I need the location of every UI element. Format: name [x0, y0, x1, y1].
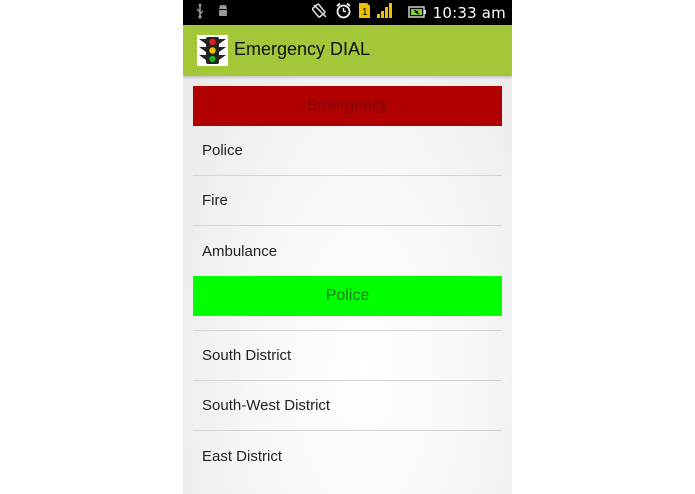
- status-time: 10:33 am: [432, 3, 506, 22]
- sim-icon: 1: [358, 3, 370, 22]
- section-header-emergency[interactable]: Emergency: [193, 86, 502, 126]
- list-item-ambulance[interactable]: Ambulance: [193, 226, 502, 276]
- rotation-lock-icon: [311, 2, 328, 23]
- section-header-police[interactable]: Police: [193, 276, 502, 316]
- usb-icon: [195, 2, 205, 23]
- list-item-fire[interactable]: Fire: [193, 176, 502, 226]
- signal-icon: [376, 3, 393, 22]
- list-item-south-west-district[interactable]: South-West District: [193, 381, 502, 431]
- status-bar: 1 10:33 am: [183, 0, 512, 25]
- list-item-south-district[interactable]: South District: [193, 331, 502, 381]
- app-title: Emergency DIAL: [234, 39, 371, 59]
- dial-list: Emergency Police Fire Ambulance Police S…: [193, 86, 502, 481]
- list-item-east-district[interactable]: East District: [193, 431, 502, 481]
- phone-screen: 1 10:33 am Emergency DIAL Emergency Poli…: [183, 0, 512, 494]
- status-left-icons: [195, 2, 229, 23]
- android-debug-icon: [217, 3, 229, 22]
- battery-icon: [407, 3, 426, 22]
- action-bar: Emergency DIAL: [183, 25, 512, 76]
- traffic-light-icon[interactable]: [197, 35, 228, 66]
- svg-text:1: 1: [362, 7, 368, 18]
- status-right-icons: 1 10:33 am: [311, 0, 506, 25]
- list-item-police[interactable]: Police: [193, 126, 502, 176]
- divider: [193, 316, 502, 331]
- alarm-icon: [335, 2, 352, 23]
